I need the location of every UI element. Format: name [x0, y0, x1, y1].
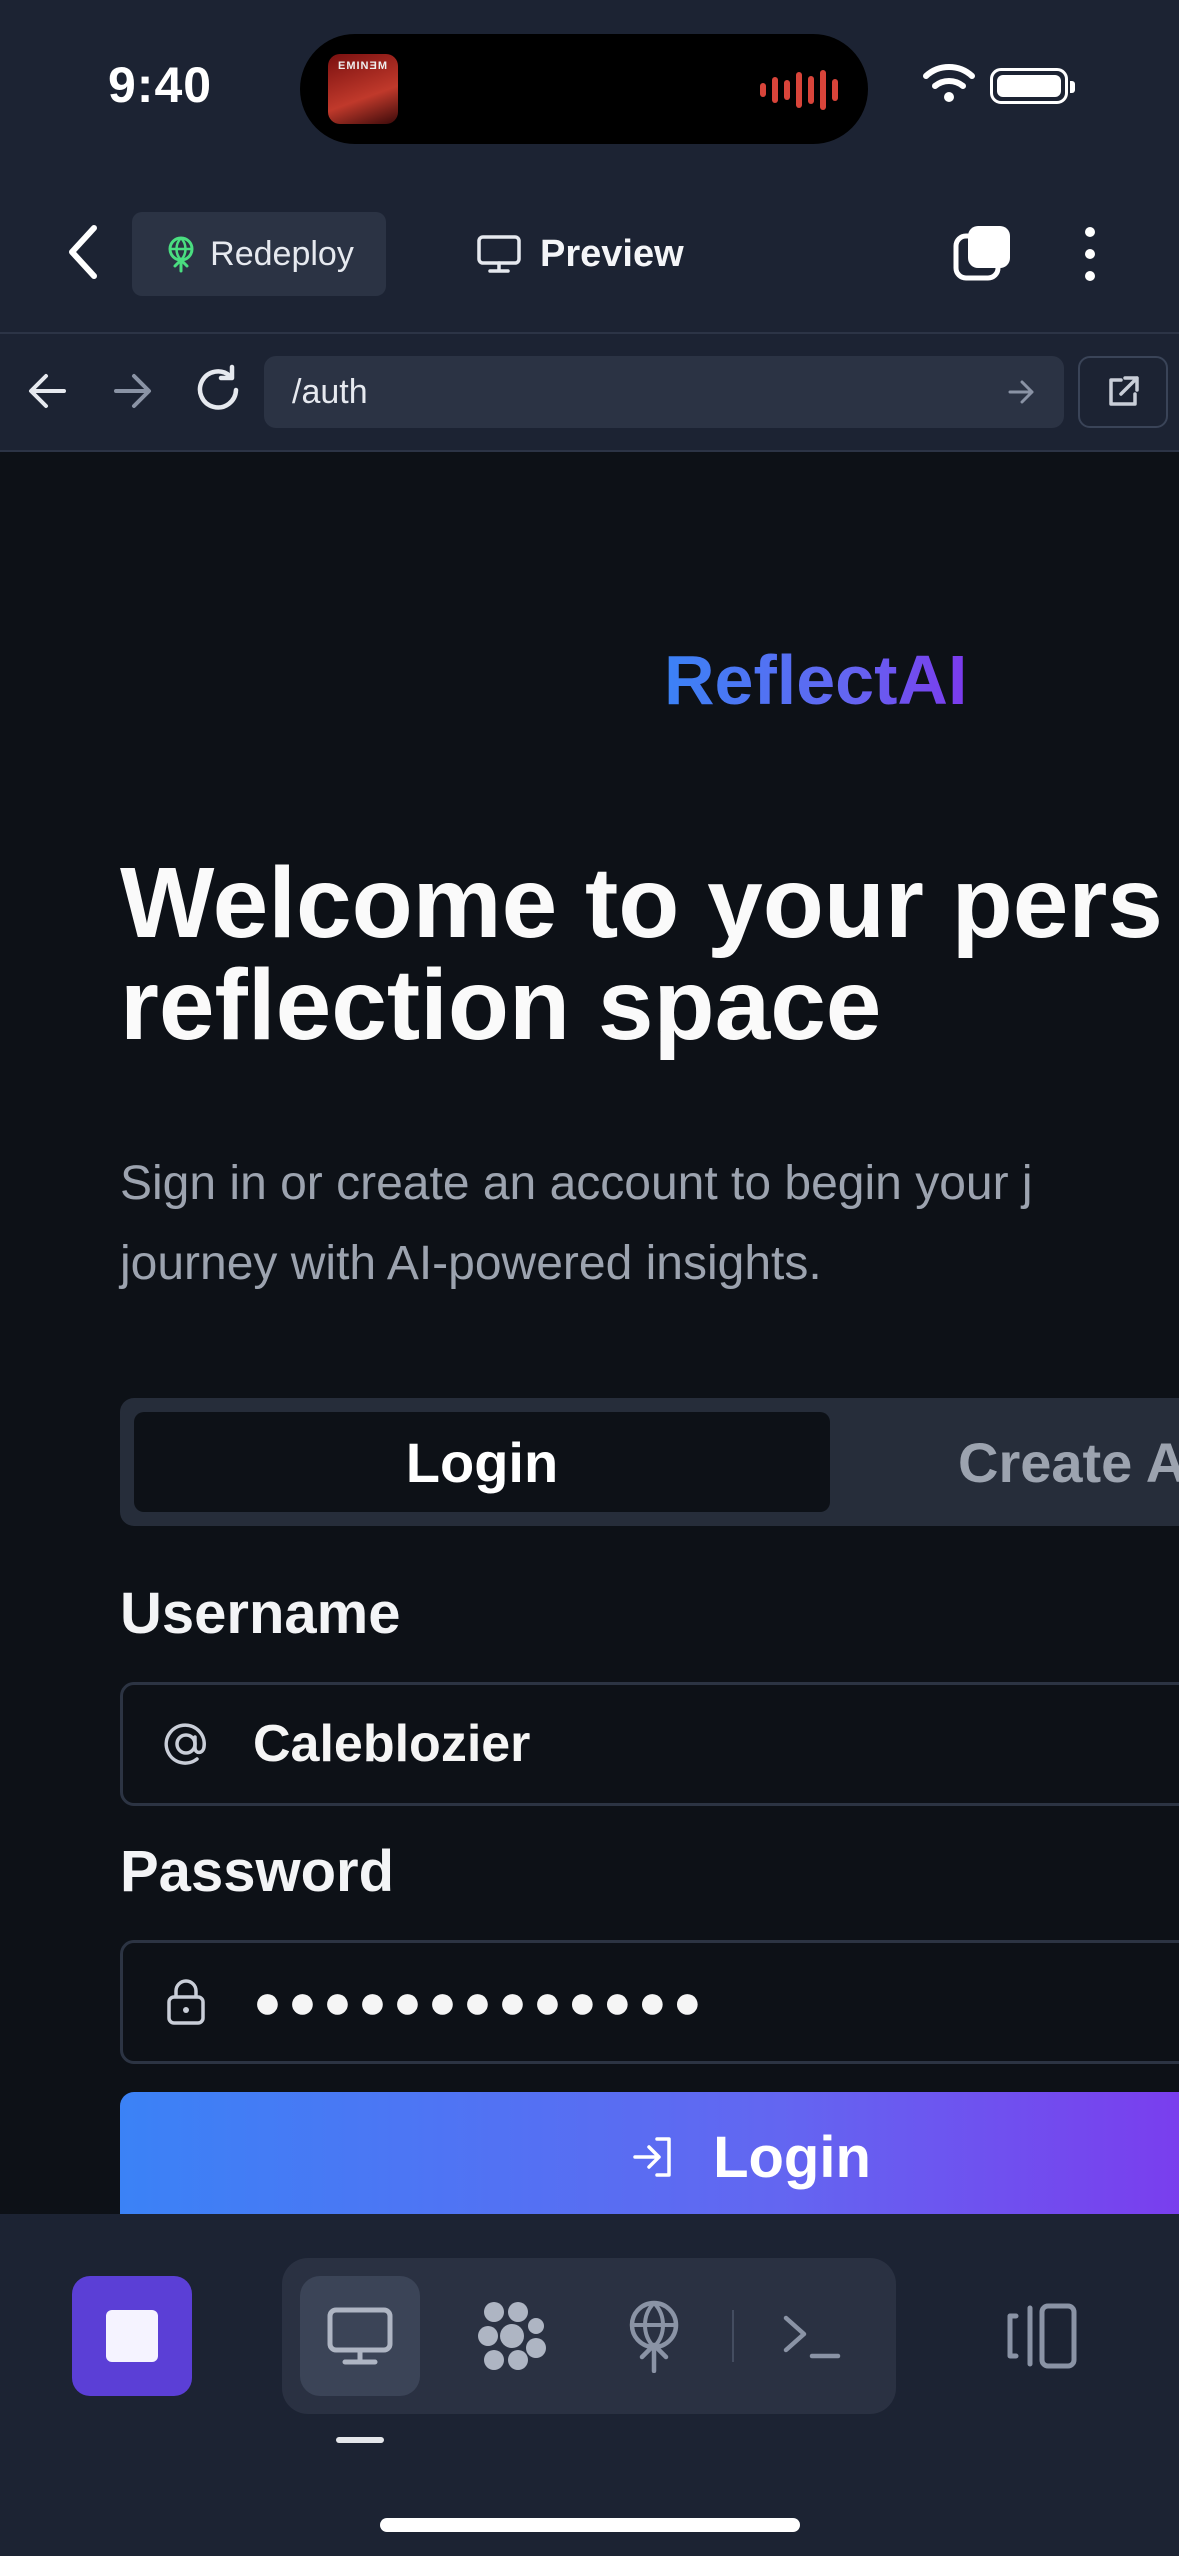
album-art: EMINƎM	[328, 54, 398, 124]
desktop-tool-button[interactable]	[300, 2276, 420, 2396]
back-chevron-icon[interactable]	[60, 222, 108, 282]
tabs-icon[interactable]	[952, 222, 1014, 284]
username-field[interactable]: Calebl​ozier	[120, 1682, 1179, 1806]
album-art-text: EMINƎM	[338, 60, 388, 72]
log-in-icon	[633, 2137, 671, 2177]
panel-toggle-icon[interactable]	[1002, 2300, 1082, 2372]
desktop-icon	[327, 2307, 393, 2365]
nodes-tool-button[interactable]	[452, 2276, 572, 2396]
password-label: Password	[120, 1839, 394, 1904]
preview-label: Preview	[540, 232, 684, 275]
deploy-tool-button[interactable]	[594, 2276, 714, 2396]
password-field[interactable]: ●●●●●●●●●●●●●	[120, 1940, 1179, 2064]
url-input[interactable]: /auth	[264, 356, 1064, 428]
at-sign-icon	[164, 1723, 206, 1765]
arrow-left-icon[interactable]	[22, 366, 72, 416]
title-line-1: Welcome to your pers	[120, 847, 1163, 959]
login-button-label: Login	[713, 2124, 871, 2190]
deploy-globe-icon	[168, 236, 194, 273]
active-tab-indicator	[336, 2437, 384, 2443]
dynamic-island[interactable]: EMINƎM	[300, 34, 868, 144]
username-label: Username	[120, 1581, 401, 1646]
home-indicator[interactable]	[380, 2518, 800, 2532]
auth-tabs: Login Create A	[120, 1398, 1179, 1526]
username-value: Calebl​ozier	[253, 1715, 531, 1773]
stop-icon	[106, 2310, 158, 2362]
reload-icon[interactable]	[190, 362, 246, 418]
password-value: ●●●●●●●●●●●●●	[253, 1975, 708, 2029]
open-external-button[interactable]	[1078, 356, 1168, 428]
battery-icon	[990, 68, 1075, 104]
more-vertical-icon[interactable]	[1072, 224, 1108, 284]
page-subtitle: Sign in or create an account to begin yo…	[120, 1144, 1179, 1304]
tool-switcher	[282, 2258, 896, 2414]
stop-button[interactable]	[72, 2276, 192, 2396]
terminal-tool-button[interactable]	[752, 2276, 872, 2396]
redeploy-label: Redeploy	[210, 234, 354, 273]
subtitle-line-1: Sign in or create an account to begin yo…	[120, 1157, 1033, 1210]
subtitle-line-2: journey with AI-powered insights.	[120, 1237, 822, 1290]
status-time: 9:40	[108, 57, 213, 113]
wifi-icon	[923, 64, 975, 102]
deploy-icon	[629, 2300, 679, 2373]
preview-tab[interactable]: Preview	[476, 212, 684, 296]
arrow-right-icon[interactable]	[108, 366, 158, 416]
title-line-2: reflection space	[120, 949, 882, 1061]
lock-icon	[167, 1979, 205, 2025]
audio-wave-icon	[760, 70, 838, 110]
tab-login[interactable]: Login	[134, 1412, 830, 1512]
brand-logo: ReflectAI	[664, 641, 968, 719]
divider	[732, 2310, 734, 2362]
nodes-icon	[478, 2302, 546, 2370]
terminal-icon	[783, 2315, 841, 2359]
redeploy-button[interactable]: Redeploy	[132, 212, 386, 296]
external-link-icon	[1109, 376, 1139, 406]
tab-create-account[interactable]: Create A	[958, 1412, 1179, 1512]
go-arrow-icon[interactable]	[1006, 377, 1036, 407]
monitor-icon	[477, 235, 521, 273]
url-text: /auth	[292, 372, 368, 411]
login-button[interactable]: Login	[120, 2092, 1179, 2222]
page-title: Welcome to your pers reflection space	[120, 852, 1179, 1056]
